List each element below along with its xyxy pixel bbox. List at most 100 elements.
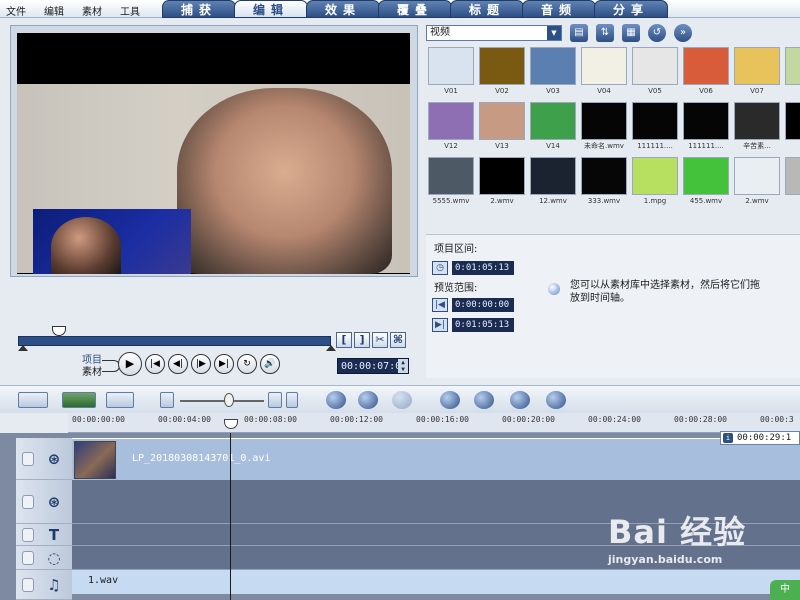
trim-out-marker[interactable] xyxy=(326,345,336,351)
scrub-handle[interactable] xyxy=(52,326,66,336)
play-button[interactable]: ▶ xyxy=(118,352,142,376)
redo-icon[interactable] xyxy=(392,391,412,409)
range-start-icon[interactable]: |◀ xyxy=(432,298,448,312)
chevron-down-icon[interactable]: ▼ xyxy=(547,26,561,40)
library-thumbnail[interactable] xyxy=(785,102,800,154)
library-thumbnail[interactable]: V13 xyxy=(479,102,525,154)
menu-clip[interactable]: 素材 xyxy=(82,3,102,18)
library-thumbnail[interactable]: 12.wmv xyxy=(530,157,576,209)
library-category-value: 视频 xyxy=(430,27,450,38)
mode-project-label[interactable]: 项目 xyxy=(80,355,102,367)
preview-timecode[interactable]: 00:00:07:03 ▲ ▼ xyxy=(337,358,409,374)
menu-file[interactable]: 文件 xyxy=(6,3,26,18)
timeline-ruler[interactable]: 00:00:00:00 00:00:04:00 00:00:08:00 00:0… xyxy=(68,413,800,433)
timeline-view-button[interactable] xyxy=(62,392,96,408)
library-thumbnail[interactable] xyxy=(785,157,800,209)
preview-out-value[interactable]: 0:01:05:13 xyxy=(452,318,514,332)
library-thumbnail[interactable]: V03 xyxy=(530,47,576,99)
timecode-spinner[interactable]: ▲ ▼ xyxy=(398,359,408,373)
end-button[interactable]: ▶| xyxy=(214,354,234,374)
scrub-bar[interactable] xyxy=(18,336,331,346)
undo-icon[interactable] xyxy=(358,391,378,409)
video-track-header[interactable]: ⊛ xyxy=(16,438,72,480)
tab-edit[interactable]: 编辑 xyxy=(234,0,308,18)
zoom-slider-thumb[interactable] xyxy=(224,393,234,407)
next-frame-button[interactable]: |▶ xyxy=(191,354,211,374)
video-clip[interactable]: LP_20180308143701_0.avi xyxy=(72,438,800,480)
voice-track-header[interactable]: ◌ xyxy=(16,546,72,570)
range-end-icon[interactable]: ▶| xyxy=(432,318,448,332)
menu-edit[interactable]: 编辑 xyxy=(44,3,64,18)
fit-project-icon[interactable] xyxy=(286,392,298,408)
preview-video[interactable] xyxy=(17,33,410,274)
library-thumbnail[interactable]: 2.wmv xyxy=(734,157,780,209)
tab-title[interactable]: 标题 xyxy=(450,0,524,18)
zoom-slider-track[interactable] xyxy=(180,400,264,402)
library-category-select[interactable]: 视频 ▼ xyxy=(426,25,562,41)
corner-badge[interactable]: 中 xyxy=(770,580,800,600)
volume-button[interactable]: 🔊 xyxy=(260,354,280,374)
mark-in-button[interactable]: [ xyxy=(336,332,352,348)
hint-bulb-icon xyxy=(548,283,560,295)
overlay-track-header[interactable]: ⊛ xyxy=(16,480,72,524)
tab-capture[interactable]: 捕获 xyxy=(162,0,236,18)
library-thumbnail[interactable]: V07 xyxy=(734,47,780,99)
library-thumbnail[interactable]: 2.wmv xyxy=(479,157,525,209)
thumbnail-label xyxy=(785,140,800,152)
mode-clip-label[interactable]: 素材 xyxy=(80,367,102,379)
library-thumbnail[interactable]: 未命名.wmv xyxy=(581,102,627,154)
track-lock-icon[interactable] xyxy=(22,577,34,592)
storyboard-view-button[interactable] xyxy=(18,392,48,408)
previous-frame-button[interactable]: ◀| xyxy=(168,354,188,374)
thumbnail-image xyxy=(581,102,627,140)
timeline-settings-icon[interactable] xyxy=(474,391,494,409)
library-thumbnail[interactable]: V01 xyxy=(428,47,474,99)
title-track-header[interactable]: T xyxy=(16,524,72,546)
zoom-in-icon[interactable] xyxy=(268,392,282,408)
mark-out-button[interactable]: ] xyxy=(354,332,370,348)
menu-tools[interactable]: 工具 xyxy=(120,3,140,18)
library-thumbnail[interactable]: V06 xyxy=(683,47,729,99)
track-manager-icon[interactable] xyxy=(510,391,530,409)
timeline-playhead[interactable] xyxy=(230,433,231,600)
tab-audio[interactable]: 音频 xyxy=(522,0,596,18)
library-thumbnail[interactable]: 5555.wmv xyxy=(428,157,474,209)
preview-in-value[interactable]: 0:00:00:00 xyxy=(452,298,514,312)
zoom-out-icon[interactable] xyxy=(160,392,174,408)
insert-media-icon[interactable] xyxy=(326,391,346,409)
library-thumbnail[interactable]: V04 xyxy=(581,47,627,99)
repeat-button[interactable]: ↻ xyxy=(237,354,257,374)
tab-effect[interactable]: 效果 xyxy=(306,0,380,18)
record-capture-icon[interactable] xyxy=(440,391,460,409)
expand-options-icon[interactable]: » xyxy=(674,24,692,42)
tab-overlay[interactable]: 覆叠 xyxy=(378,0,452,18)
library-manager-icon[interactable]: ▦ xyxy=(622,24,640,42)
library-thumbnail[interactable]: V14 xyxy=(530,102,576,154)
folder-open-icon[interactable]: ▤ xyxy=(570,24,588,42)
library-thumbnail[interactable] xyxy=(785,47,800,99)
music-track-header[interactable]: ♫ xyxy=(16,570,72,600)
track-lock-icon[interactable] xyxy=(22,494,34,509)
sort-icon[interactable]: ⇅ xyxy=(596,24,614,42)
library-thumbnail[interactable]: V05 xyxy=(632,47,678,99)
chapter-point-icon[interactable] xyxy=(546,391,566,409)
enlarge-preview-button[interactable]: ⌘ xyxy=(390,332,406,348)
track-lock-icon[interactable] xyxy=(22,451,34,466)
track-lock-icon[interactable] xyxy=(22,550,34,565)
library-thumbnail[interactable]: 111111.... xyxy=(632,102,678,154)
track-lock-icon[interactable] xyxy=(22,527,34,542)
library-thumbnail[interactable]: 455.wmv xyxy=(683,157,729,209)
library-thumbnail[interactable]: 111111.... xyxy=(683,102,729,154)
trim-in-marker[interactable] xyxy=(18,345,28,351)
cut-clip-button[interactable]: ✂ xyxy=(372,332,388,348)
library-thumbnail[interactable]: 1.mpg xyxy=(632,157,678,209)
library-thumbnail[interactable]: 333.wmv xyxy=(581,157,627,209)
transport-controls: ▶ |◀ ◀| |▶ ▶| ↻ 🔊 xyxy=(118,352,280,376)
library-thumbnail[interactable]: 辛苦素... xyxy=(734,102,780,154)
library-thumbnail[interactable]: V02 xyxy=(479,47,525,99)
tab-share[interactable]: 分享 xyxy=(594,0,668,18)
audio-view-button[interactable] xyxy=(106,392,134,408)
swap-icon[interactable]: ↺ xyxy=(648,24,666,42)
library-thumbnail[interactable]: V12 xyxy=(428,102,474,154)
home-button[interactable]: |◀ xyxy=(145,354,165,374)
